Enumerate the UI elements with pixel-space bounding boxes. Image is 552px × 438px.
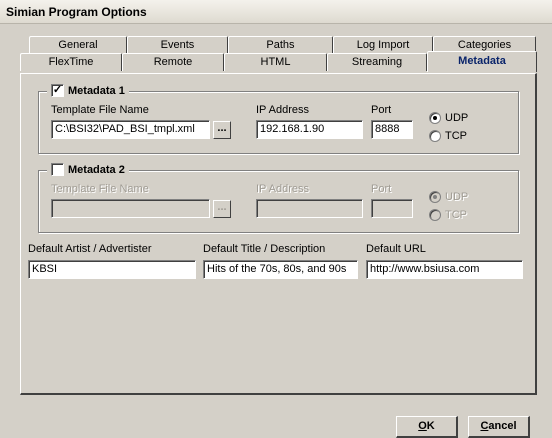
metadata2-template-input[interactable] <box>51 199 210 218</box>
default-title-input[interactable]: Hits of the 70s, 80s, and 90s <box>203 260 358 279</box>
tab-html[interactable]: HTML <box>224 53 327 71</box>
cancel-button[interactable]: Cancel <box>468 416 530 438</box>
ok-button[interactable]: OK <box>396 416 458 438</box>
metadata1-label: Metadata 1 <box>68 84 125 97</box>
metadata2-ip-input[interactable] <box>256 199 363 218</box>
metadata2-group: Metadata 2 Template File Name ... IP Add… <box>38 163 519 233</box>
title-bar[interactable]: Simian Program Options <box>0 0 552 24</box>
metadata2-udp-radio-dot[interactable] <box>429 191 441 203</box>
tab-flextime[interactable]: FlexTime <box>20 53 122 71</box>
metadata1-port-input[interactable]: 8888 <box>371 120 413 139</box>
metadata1-template-label: Template File Name <box>51 104 149 116</box>
metadata2-tcp-label: TCP <box>445 209 467 221</box>
cancel-label-rest: ancel <box>488 420 517 432</box>
metadata2-udp-radio[interactable]: UDP <box>429 191 468 203</box>
metadata1-legend: ✓ Metadata 1 <box>47 84 129 97</box>
metadata2-legend: Metadata 2 <box>47 163 129 176</box>
metadata1-udp-label: UDP <box>445 112 469 124</box>
metadata2-udp-label: UDP <box>445 191 469 203</box>
tab-streaming[interactable]: Streaming <box>327 53 427 71</box>
ok-mnemonic: O <box>418 420 427 432</box>
metadata2-port-label: Port <box>371 183 392 195</box>
tab-events[interactable]: Events <box>127 36 228 54</box>
metadata1-port-label: Port <box>371 104 392 116</box>
default-url-label: Default URL <box>366 243 426 255</box>
window-title: Simian Program Options <box>6 5 147 19</box>
tab-paths[interactable]: Paths <box>228 36 333 54</box>
metadata1-browse-button[interactable]: ... <box>213 121 231 139</box>
metadata2-browse-button[interactable]: ... <box>213 200 231 218</box>
metadata1-ip-input[interactable]: 192.168.1.90 <box>256 120 363 139</box>
default-artist-label: Default Artist / Advertister <box>28 243 152 255</box>
tab-general[interactable]: General <box>29 36 127 54</box>
metadata1-group: ✓ Metadata 1 Template File Name C:\BSI32… <box>38 84 519 154</box>
metadata2-label: Metadata 2 <box>68 163 125 176</box>
metadata1-ip-label: IP Address <box>256 104 309 116</box>
metadata-panel: ✓ Metadata 1 Template File Name C:\BSI32… <box>20 73 537 395</box>
metadata2-tcp-radio[interactable]: TCP <box>429 209 467 221</box>
ok-label-rest: K <box>426 420 435 432</box>
metadata1-udp-radio[interactable]: UDP <box>429 112 468 124</box>
default-artist-input[interactable]: KBSI <box>28 260 196 279</box>
metadata1-tcp-label: TCP <box>445 130 467 142</box>
metadata2-tcp-radio-dot[interactable] <box>429 209 441 221</box>
metadata1-template-input[interactable]: C:\BSI32\PAD_BSI_tmpl.xml <box>51 120 210 139</box>
metadata1-tcp-radio-dot[interactable] <box>429 130 441 142</box>
metadata1-udp-radio-dot[interactable] <box>429 112 441 124</box>
metadata1-tcp-radio[interactable]: TCP <box>429 130 467 142</box>
metadata2-port-input[interactable] <box>371 199 413 218</box>
metadata2-ip-label: IP Address <box>256 183 309 195</box>
options-dialog: Simian Program Options General Events Pa… <box>0 0 552 438</box>
metadata2-checkbox[interactable] <box>51 163 64 176</box>
tab-metadata[interactable]: Metadata <box>427 51 537 72</box>
tab-remote[interactable]: Remote <box>122 53 224 71</box>
tab-strip: General Events Paths Log Import Categori… <box>20 36 538 76</box>
tab-log-import[interactable]: Log Import <box>333 36 433 54</box>
default-title-label: Default Title / Description <box>203 243 326 255</box>
metadata2-template-label: Template File Name <box>51 183 149 195</box>
default-url-input[interactable]: http://www.bsiusa.com <box>366 260 523 279</box>
metadata1-checkbox[interactable]: ✓ <box>51 84 64 97</box>
